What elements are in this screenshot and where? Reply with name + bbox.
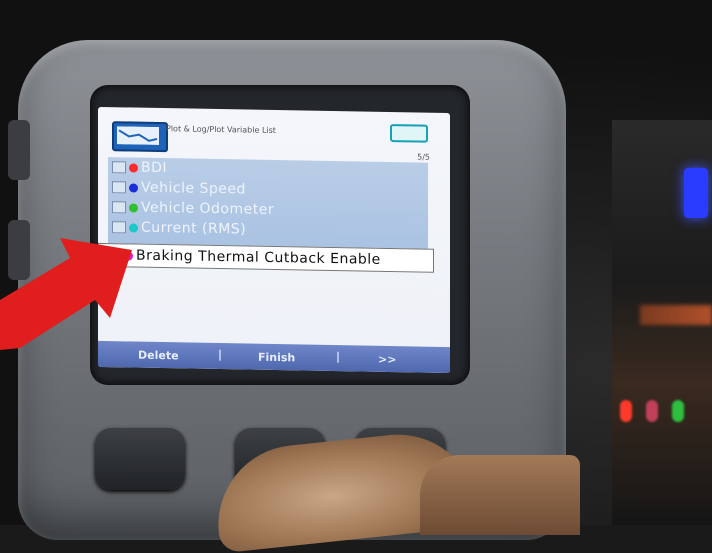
red-arrow-icon (0, 238, 132, 350)
